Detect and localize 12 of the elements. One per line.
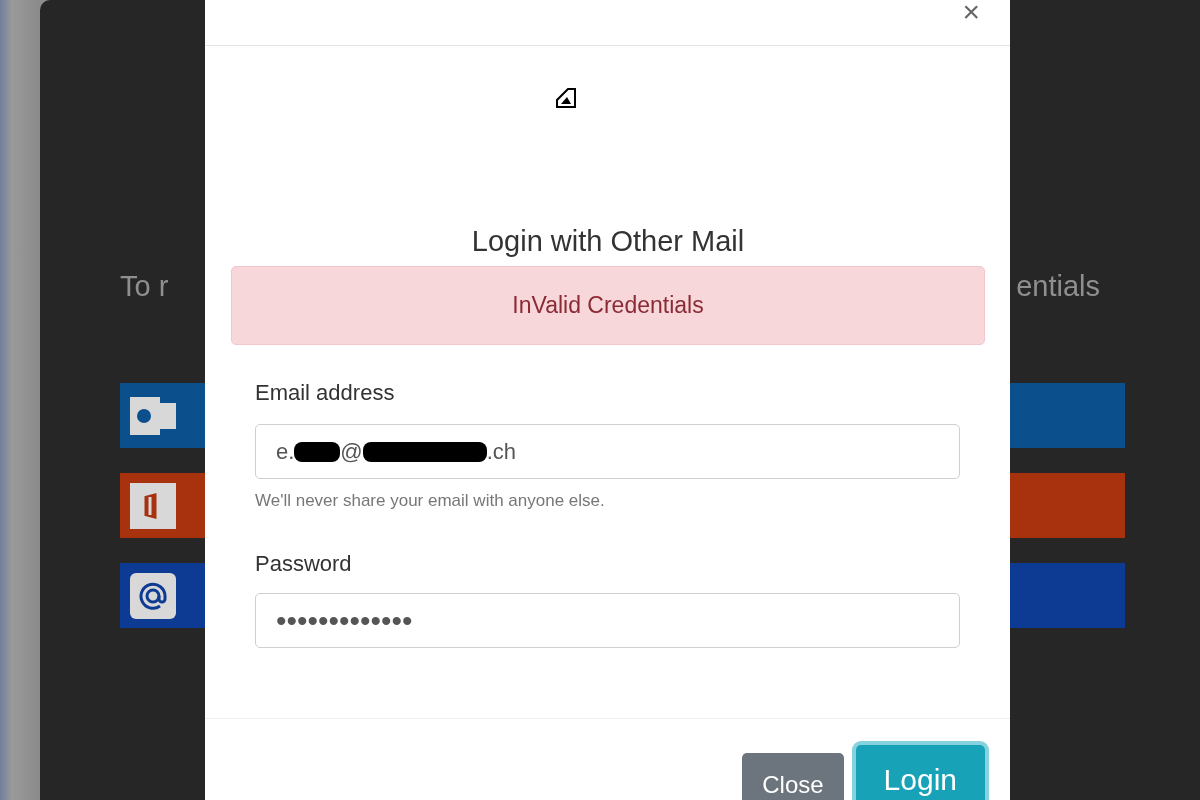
background-text: entials <box>1016 270 1100 303</box>
dialog-title: Login with Other Mail <box>470 225 746 258</box>
help-text: We'll never share your email with anyone else. <box>255 491 606 511</box>
email-field[interactable]: e. @ .ch <box>255 424 960 479</box>
close-button[interactable]: Close <box>742 753 844 800</box>
close-button[interactable]: × <box>962 0 980 25</box>
background-text: To r <box>120 270 169 303</box>
field-label: Password <box>255 551 353 577</box>
broken-image-icon <box>554 86 578 110</box>
password-field[interactable]: ••••••••••••• <box>255 593 960 648</box>
field-label: Email address <box>255 380 396 406</box>
error-alert: InValid Credentials <box>231 266 985 345</box>
